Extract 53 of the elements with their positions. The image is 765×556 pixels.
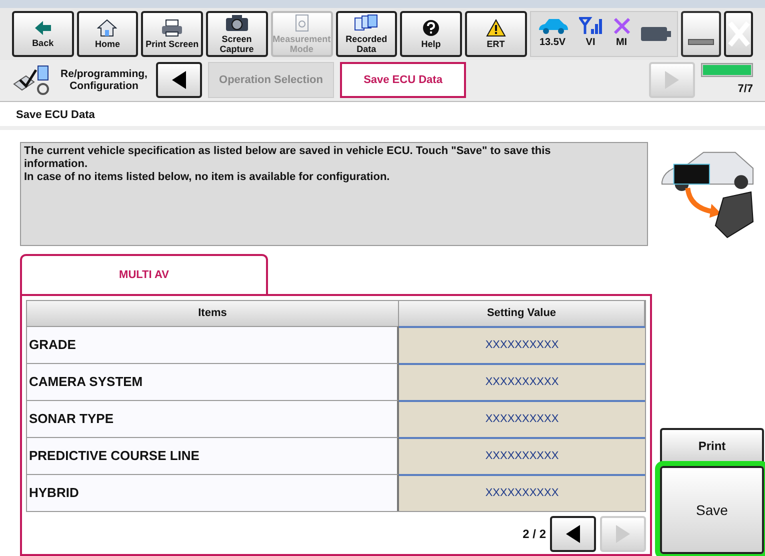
action-button[interactable]: Print xyxy=(660,428,764,464)
ecu-programming-icon xyxy=(12,64,52,96)
right-triangle-icon xyxy=(615,524,631,544)
left-triangle-icon xyxy=(565,524,581,544)
table-cell: XXXXXXXXXX xyxy=(399,326,645,363)
table-cell: CAMERA SYSTEM xyxy=(27,363,399,400)
step-tab[interactable]: Save ECU Data xyxy=(340,62,466,98)
status-label: 13.5V xyxy=(539,36,566,50)
minimize-button[interactable] xyxy=(680,10,722,57)
column-header: Setting Value xyxy=(399,301,645,326)
table-cell: XXXXXXXXXX xyxy=(399,400,645,437)
signal-icon xyxy=(578,17,603,36)
toolbar-button[interactable]: Back xyxy=(12,10,74,57)
tab[interactable]: MULTI AV xyxy=(20,254,268,294)
documents-icon xyxy=(353,14,380,32)
cross-icon xyxy=(612,17,631,36)
left-triangle-icon xyxy=(171,70,187,90)
camera-icon xyxy=(224,14,249,32)
toolbar-button[interactable]: Help xyxy=(400,10,462,57)
toolbar-button[interactable]: ERT xyxy=(464,10,527,57)
close-icon xyxy=(728,20,750,47)
back-arrow-icon xyxy=(34,20,52,36)
table-cell: XXXXXXXXXX xyxy=(399,474,645,511)
table-cell: HYBRID xyxy=(27,474,399,511)
toolbar-button[interactable]: Print Screen xyxy=(141,10,203,57)
help-icon xyxy=(422,18,440,37)
table-cell: PREDICTIVE COURSE LINE xyxy=(27,437,399,474)
meter-icon xyxy=(294,14,310,32)
right-triangle-icon xyxy=(664,70,680,90)
table-cell: XXXXXXXXXX xyxy=(399,363,645,400)
status-label: VI xyxy=(586,36,596,50)
table-cell: GRADE xyxy=(27,326,399,363)
table-cell: XXXXXXXXXX xyxy=(399,437,645,474)
minimize-icon xyxy=(688,38,714,45)
previous-page-button[interactable] xyxy=(550,516,596,552)
progress-reading: 7/7 xyxy=(738,82,753,97)
section-label: Re/programming, Configuration xyxy=(60,68,148,92)
status-label: MI xyxy=(616,36,628,50)
toolbar-button[interactable]: Recorded Data xyxy=(336,10,398,57)
battery-icon xyxy=(640,26,671,41)
toolbar-button[interactable]: Home xyxy=(76,10,138,57)
page-indicator: 2 / 2 xyxy=(522,526,546,543)
warning-icon xyxy=(486,18,506,37)
table-cell: SONAR TYPE xyxy=(27,400,399,437)
column-header: Items xyxy=(27,301,399,326)
toolbar-button[interactable]: Screen Capture xyxy=(206,10,268,57)
printer-icon xyxy=(160,18,184,37)
back-step-button[interactable] xyxy=(156,62,202,98)
info-text: In case of no items listed below, no item is available for configuration. xyxy=(24,171,391,184)
info-text: The current vehicle specification as listed below are saved in vehicle ECU. Touch "Save" to save this information. xyxy=(24,145,552,171)
home-icon xyxy=(97,18,118,37)
car-icon xyxy=(536,17,569,36)
close-button[interactable] xyxy=(724,10,753,57)
